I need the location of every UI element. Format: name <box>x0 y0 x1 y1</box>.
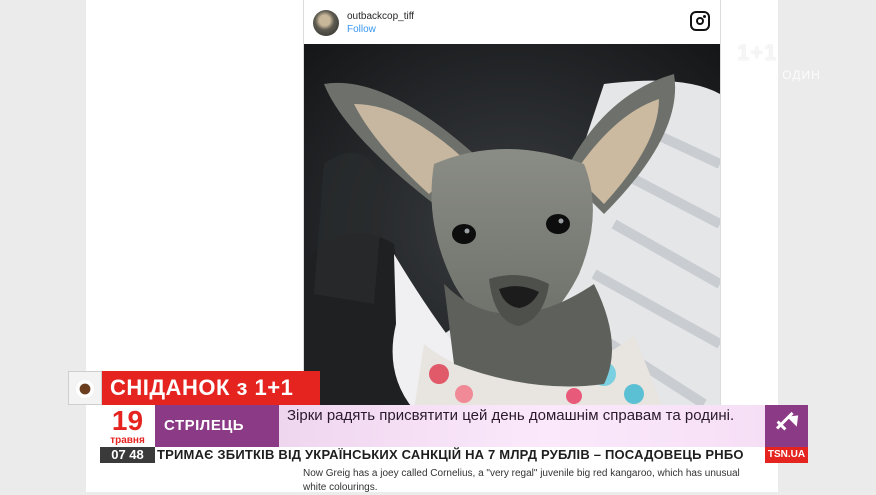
kangaroo-illustration <box>304 44 720 410</box>
coffee-cup-graphic <box>76 380 94 398</box>
date-day: 19 <box>111 405 144 436</box>
date-month: травня <box>110 435 145 446</box>
sagittarius-icon <box>765 405 808 447</box>
background-left <box>0 0 86 492</box>
date-badge: 19 травня <box>100 405 155 447</box>
show-title-bar: СНІДАНОК з 1+1 <box>68 371 320 405</box>
clock: 07 48 <box>100 447 155 463</box>
joey-kangaroo-photo[interactable] <box>304 44 720 410</box>
instagram-header: outbackcop_tiff Follow <box>304 0 720 44</box>
horoscope-panel: Зірки радять присвятити цей день домашні… <box>279 405 765 447</box>
arrow-head <box>786 410 804 427</box>
news-ticker: ТРИМАЄ ЗБИТКІВ ВІД УКРАЇНСЬКИХ САНКЦІЙ Н… <box>155 447 765 463</box>
ticker-text: ТРИМАЄ ЗБИТКІВ ВІД УКРАЇНСЬКИХ САНКЦІЙ Н… <box>157 447 744 462</box>
follow-link[interactable]: Follow <box>347 24 376 35</box>
watermark-slogan: ТИ НЕ ОДИН <box>737 68 821 82</box>
instagram-username[interactable]: outbackcop_tiff <box>347 11 414 22</box>
horoscope-text: Зірки радять присвятити цей день домашні… <box>287 407 735 424</box>
zodiac-sign-label: СТРІЛЕЦЬ <box>164 417 245 434</box>
zodiac-sign-badge: СТРІЛЕЦЬ <box>155 405 279 447</box>
channel-watermark: 1+1 ТИ НЕ ОДИН <box>737 40 827 84</box>
coffee-cup-icon <box>68 371 102 405</box>
article-text: Now Greig has a joey called Cornelius, a… <box>303 468 740 493</box>
avatar[interactable] <box>313 10 339 36</box>
watermark-logo: 1+1 <box>737 40 778 65</box>
source-badge: TSN.UA <box>765 447 808 463</box>
show-title: СНІДАНОК з 1+1 <box>102 371 320 405</box>
instagram-icon[interactable] <box>690 11 710 31</box>
instagram-embed: outbackcop_tiff Follow <box>303 0 721 410</box>
